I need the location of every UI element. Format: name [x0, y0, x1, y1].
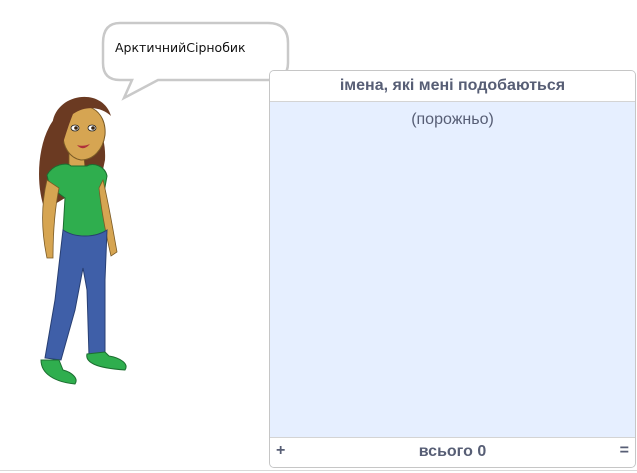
list-monitor-footer: + всього 0 =	[270, 437, 635, 467]
list-empty-label: (порожньо)	[411, 111, 494, 128]
stage-bottom-divider	[0, 470, 637, 471]
girl-sprite[interactable]	[25, 80, 140, 395]
stage: АрктичнийСірнобик імена, які мені подоба…	[0, 0, 637, 473]
list-length-label: всього 0	[418, 443, 487, 460]
speech-bubble-text: АрктичнийСірнобик	[115, 40, 246, 55]
list-monitor-title: імена, які мені подобаються	[270, 71, 635, 102]
list-monitor[interactable]: імена, які мені подобаються (порожньо) +…	[269, 70, 636, 468]
resize-handle[interactable]: =	[620, 442, 629, 460]
